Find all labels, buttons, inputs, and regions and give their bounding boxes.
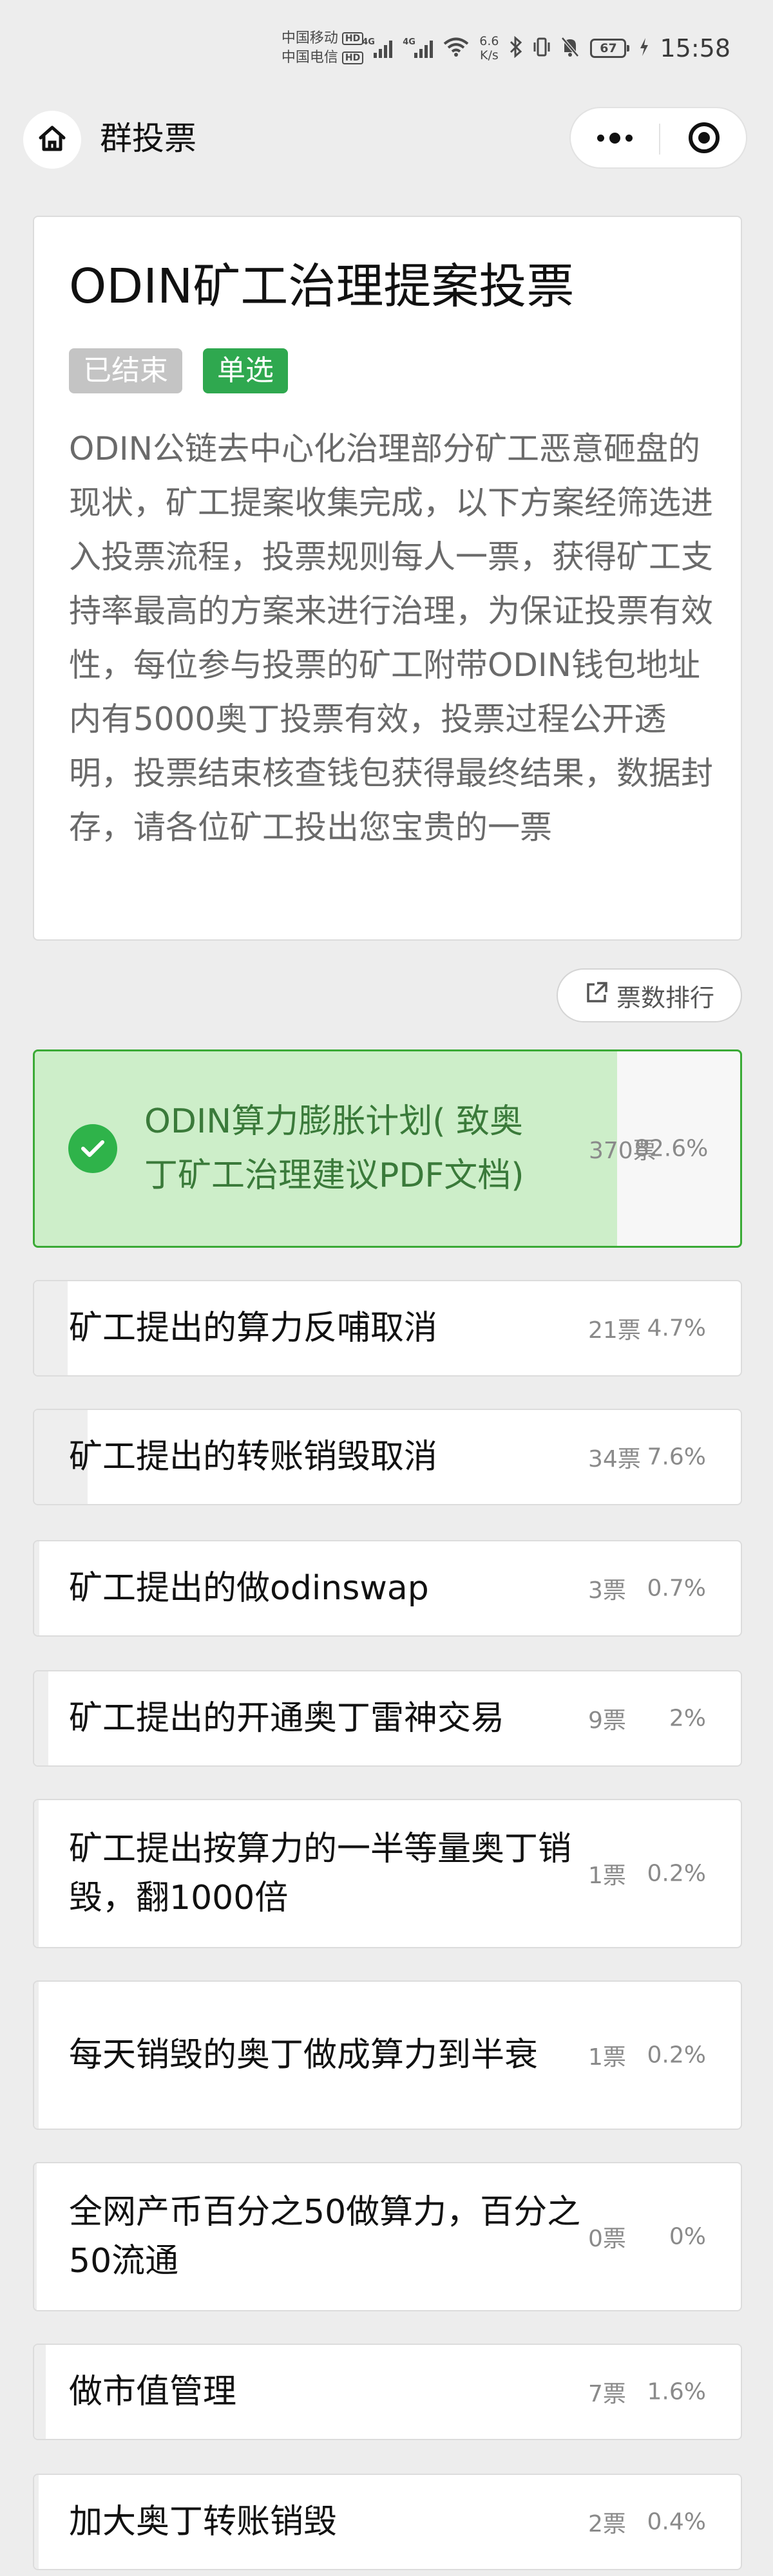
signal-icon-2: 4G — [403, 37, 434, 58]
poll-option-10[interactable]: 加大奥丁转账销毁 2票 0.4% — [33, 2474, 742, 2570]
nav-bar: 群投票 — [0, 97, 773, 179]
poll-option-9[interactable]: 做市值管理 7票 1.6% — [33, 2344, 742, 2440]
option-label: ODIN算力膨胀计划( 致奥丁矿工治理建议PDF文档) — [144, 1102, 524, 1195]
option-label: 矿工提出的开通奥丁雷神交易 — [69, 1699, 505, 1738]
mute-bell-icon — [560, 36, 580, 61]
option-percent: 7.6% — [647, 1443, 706, 1471]
hd-badge-2: HD — [341, 52, 364, 64]
clock: 15:58 — [660, 34, 730, 62]
share-arrow-icon — [584, 981, 609, 1011]
carrier-info: 中国移动 HD 中国电信 HD — [281, 30, 364, 66]
network-speed: 6.6 K/s — [479, 34, 499, 62]
poll-option-6[interactable]: 矿工提出按算力的一半等量奥丁销毁，翻1000倍 1票 0.2% — [33, 1799, 742, 1948]
poll-description: ODIN公链去中心化治理部分矿工恶意砸盘的现状，矿工提案收集完成，以下方案经筛选… — [69, 430, 713, 846]
mini-program-capsule — [569, 107, 747, 169]
more-dots-icon — [597, 132, 633, 144]
option-percent: 0% — [669, 2223, 706, 2250]
option-progress-fill — [34, 1982, 39, 2129]
poll-option-8[interactable]: 全网产币百分之50做算力，百分之50流通 0票 0% — [33, 2162, 742, 2311]
poll-option-1[interactable]: ODIN算力膨胀计划( 致奥丁矿工治理建议PDF文档) 370票 82.6% — [33, 1049, 742, 1248]
option-percent: 0.2% — [647, 2042, 706, 2069]
option-label: 全网产币百分之50做算力，百分之50流通 — [69, 2193, 581, 2280]
poll-title: ODIN矿工治理提案投票 — [69, 259, 575, 314]
checkmark-icon — [68, 1124, 117, 1173]
vote-ranking-button[interactable]: 票数排行 — [557, 968, 742, 1022]
option-percent: 4.7% — [647, 1315, 706, 1342]
option-progress-fill — [34, 1541, 39, 1635]
option-label: 每天销毁的奥丁做成算力到半衰 — [69, 2036, 539, 2074]
poll-option-7[interactable]: 每天销毁的奥丁做成算力到半衰 1票 0.2% — [33, 1980, 742, 2130]
wifi-icon — [443, 37, 469, 60]
option-label: 做市值管理 — [69, 2373, 237, 2411]
bluetooth-icon — [509, 35, 523, 61]
option-progress-fill — [34, 1671, 48, 1765]
signal-icon: 4G — [362, 37, 393, 58]
page-title: 群投票 — [100, 120, 196, 157]
option-progress-fill — [34, 2345, 46, 2439]
option-label: 加大奥丁转账销毁 — [69, 2503, 338, 2541]
option-percent: 1.6% — [647, 2378, 706, 2405]
option-progress-fill — [34, 1800, 39, 1947]
vote-ranking-label: 票数排行 — [616, 983, 714, 1012]
option-label: 矿工提出按算力的一半等量奥丁销毁，翻1000倍 — [69, 1830, 572, 1917]
option-progress-fill — [34, 2163, 37, 2310]
charging-bolt-icon — [639, 37, 649, 59]
carrier-1: 中国移动 — [281, 30, 338, 46]
poll-option-3[interactable]: 矿工提出的转账销毁取消 34票 7.6% — [33, 1409, 742, 1505]
home-button[interactable] — [23, 111, 81, 169]
hd-badge-1: HD — [341, 32, 364, 45]
poll-option-4[interactable]: 矿工提出的做odinswap 3票 0.7% — [33, 1540, 742, 1637]
poll-info-card: ODIN矿工治理提案投票 已结束 单选 ODIN公链去中心化治理部分矿工恶意砸盘… — [33, 216, 742, 941]
more-button[interactable] — [571, 108, 659, 167]
option-label: 矿工提出的算力反哺取消 — [69, 1309, 438, 1348]
option-percent: 0.7% — [647, 1575, 706, 1602]
option-label: 矿工提出的做odinswap — [69, 1569, 429, 1608]
type-badge: 单选 — [203, 348, 288, 393]
battery-icon: 67 — [590, 39, 630, 58]
status-badge: 已结束 — [69, 348, 182, 393]
option-percent: 0.4% — [647, 2508, 706, 2535]
poll-option-2[interactable]: 矿工提出的算力反哺取消 21票 4.7% — [33, 1280, 742, 1377]
option-progress-fill — [34, 2475, 39, 2569]
carrier-2: 中国电信 — [281, 50, 338, 66]
status-bar: 中国移动 HD 中国电信 HD 4G 4G 6.6 K/s 67 15:58 — [0, 0, 773, 97]
close-button[interactable] — [660, 108, 747, 167]
close-target-icon — [688, 122, 720, 153]
option-progress-fill — [34, 1281, 68, 1375]
poll-option-5[interactable]: 矿工提出的开通奥丁雷神交易 9票 2% — [33, 1670, 742, 1767]
vibrate-icon — [533, 36, 550, 61]
option-label: 矿工提出的转账销毁取消 — [69, 1438, 438, 1476]
option-percent: 2% — [669, 1705, 706, 1732]
home-icon — [37, 124, 67, 156]
option-percent: 0.2% — [647, 1860, 706, 1887]
option-percent: 82.6% — [635, 1135, 709, 1162]
